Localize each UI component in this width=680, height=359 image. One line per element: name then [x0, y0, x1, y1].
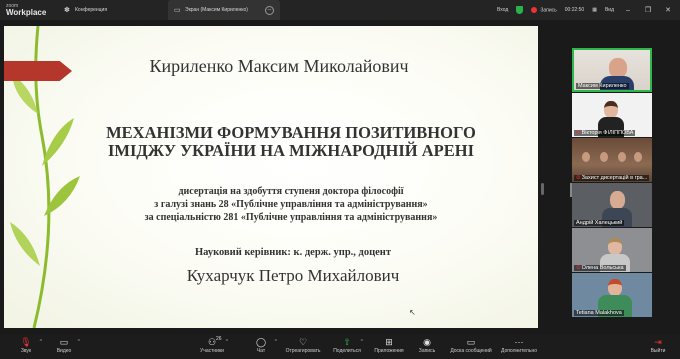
chevron-up-icon[interactable]: ^	[361, 339, 363, 345]
share-label: Поделиться	[333, 348, 361, 354]
participants-label: Участники	[200, 348, 224, 354]
chat-button[interactable]: ◯ Чат ^	[239, 336, 283, 358]
chat-label: Чат	[256, 348, 266, 354]
security-shield-icon[interactable]	[516, 6, 524, 14]
tab-conference-label: Конференция	[75, 7, 108, 13]
logo-bottom: Workplace	[6, 7, 47, 17]
slide-subtitle-line1: дисертація на здобуття ступеня доктора ф…	[178, 186, 404, 197]
record-label: Запись	[418, 348, 436, 354]
participant-label: ⊘Олена Вольська	[574, 265, 626, 271]
participant-label: ⊘Захист дисертацій в гра...	[574, 175, 650, 181]
record-icon: ◉	[423, 337, 431, 347]
slide-author: Кириленко Максим Миколайович	[149, 56, 409, 76]
leave-label: Выйти	[650, 348, 666, 354]
tab-screen-label: Экран (Максим Кириленко)	[185, 7, 248, 13]
person-shape	[582, 152, 590, 162]
participant-name: Захист дисертацій в гра...	[581, 175, 648, 181]
maximize-icon[interactable]: ❐	[642, 6, 654, 14]
more-label: Дополнительно	[501, 348, 537, 354]
chevron-up-icon[interactable]: ^	[226, 339, 228, 345]
tab-screen-share[interactable]: ▭ Экран (Максим Кириленко) –	[168, 0, 280, 20]
more-icon: ⋯	[514, 337, 524, 347]
recording-indicator[interactable]: Запись	[531, 6, 557, 14]
participant-tile[interactable]: ⊘Вікторія ФІЛІППОВА	[572, 93, 652, 137]
slide-title: МЕХАНІЗМИ ФОРМУВАННЯ ПОЗИТИВНОГО ІМІДЖУ …	[24, 124, 538, 160]
chevron-up-icon[interactable]: ^	[78, 339, 80, 345]
tab-conference[interactable]: ✽ Конференция	[58, 0, 168, 20]
video-button[interactable]: ▭ Видео ^	[42, 336, 86, 358]
app-logo: zoom Workplace	[0, 0, 58, 20]
record-button[interactable]: ◉ Запись	[405, 336, 449, 358]
participant-tile[interactable]: Tetiana Malakhova	[572, 273, 652, 317]
more-button[interactable]: ⋯ Дополнительно	[497, 336, 541, 358]
participant-tile[interactable]: ⊘Захист дисертацій в гра...	[572, 138, 652, 182]
participant-name: Максим Кириленко	[576, 83, 629, 89]
chevron-up-icon[interactable]: ^	[275, 339, 277, 345]
avatar	[604, 101, 618, 118]
avatar	[609, 58, 627, 78]
meeting-timer: 00:22:50	[564, 7, 585, 13]
title-bar: zoom Workplace ✽ Конференция ▭ Экран (Ма…	[0, 0, 680, 20]
shared-slide: Кириленко Максим Миколайович МЕХАНІЗМИ Ф…	[4, 26, 538, 328]
react-label: Отреагировать	[285, 348, 321, 354]
view-menu[interactable]: Вид	[605, 7, 614, 13]
zoom-window: zoom Workplace ✽ Конференция ▭ Экран (Ма…	[0, 0, 680, 359]
slide-title-line2: ІМІДЖУ УКРАЇНИ НА МІЖНАРОДНІЙ АРЕНІ	[107, 141, 474, 160]
participant-label: ⊘Вікторія ФІЛІППОВА	[574, 130, 636, 136]
minimize-icon[interactable]: –	[622, 7, 634, 14]
paw-icon: ✽	[64, 6, 70, 14]
avatar	[608, 279, 622, 296]
person-shape	[634, 152, 642, 162]
participant-name: Вікторія ФІЛІППОВА	[581, 130, 634, 136]
participants-button[interactable]: ⚇ 26 Участники ^	[190, 336, 234, 358]
participant-tile[interactable]: Андрій Халецький	[572, 183, 652, 227]
slide-subtitle-line3: за спеціальністю 281 «Публічне управлінн…	[144, 212, 438, 223]
leave-button[interactable]: ⇥ Выйти	[636, 336, 680, 358]
close-tab-icon[interactable]: –	[265, 5, 274, 15]
recording-label: Запись	[540, 7, 557, 14]
mic-off-icon: ⊘	[576, 130, 581, 136]
mic-off-icon: ⊘	[576, 265, 581, 271]
mouse-cursor-icon: ↖	[409, 308, 416, 317]
slide-supervisor-label: Науковий керівник: к. держ. упр., доцент	[194, 247, 392, 258]
mic-off-icon: ⊘	[576, 175, 581, 181]
participant-tile[interactable]: ⊘Олена Вольська	[572, 228, 652, 272]
record-dot-icon	[531, 6, 538, 13]
slide-subtitle: дисертація на здобуття ступеня доктора ф…	[24, 185, 538, 224]
layout-icon[interactable]: ▦	[592, 7, 597, 13]
participant-tile[interactable]: Максим Кириленко	[572, 48, 652, 92]
person-shape	[618, 152, 626, 162]
whiteboard-label: Доска сообщений	[450, 348, 492, 354]
titlebar-right: Вход Запись 00:22:50 ▦ Вид – ❐ ✕	[497, 6, 680, 14]
participant-name: Tetiana Malakhova	[574, 310, 624, 316]
participants-count: 26	[216, 336, 222, 342]
share-button[interactable]: ⇧ Поделиться ^	[325, 336, 369, 358]
slide-subtitle-line2: з галузі знань 28 «Публічне управління т…	[154, 199, 428, 210]
leave-icon: ⇥	[654, 337, 662, 347]
avatar	[610, 191, 625, 209]
meeting-toolbar: 🎙︎ Звук ^ ▭ Видео ^ ⚇ 26 Участники ^ ◯ Ч…	[0, 335, 680, 359]
resize-handle[interactable]	[541, 183, 544, 195]
screen-icon: ▭	[174, 6, 181, 14]
slide-title-line1: МЕХАНІЗМИ ФОРМУВАННЯ ПОЗИТИВНОГО	[106, 123, 476, 142]
person-shape	[600, 152, 608, 162]
react-button[interactable]: ♡ Отреагировать	[281, 336, 325, 358]
whiteboard-button[interactable]: ▭ Доска сообщений	[449, 336, 493, 358]
slide-supervisor-name: Кухарчук Петро Михайлович	[186, 266, 400, 285]
whiteboard-icon: ▭	[466, 337, 476, 347]
heart-icon: ♡	[298, 337, 308, 347]
participant-name: Андрій Халецький	[574, 220, 625, 226]
close-window-icon[interactable]: ✕	[662, 6, 674, 14]
avatar	[608, 238, 622, 255]
signin-link[interactable]: Вход	[497, 7, 508, 13]
video-label: Видео	[56, 348, 72, 354]
participant-name: Олена Вольська	[581, 265, 624, 271]
